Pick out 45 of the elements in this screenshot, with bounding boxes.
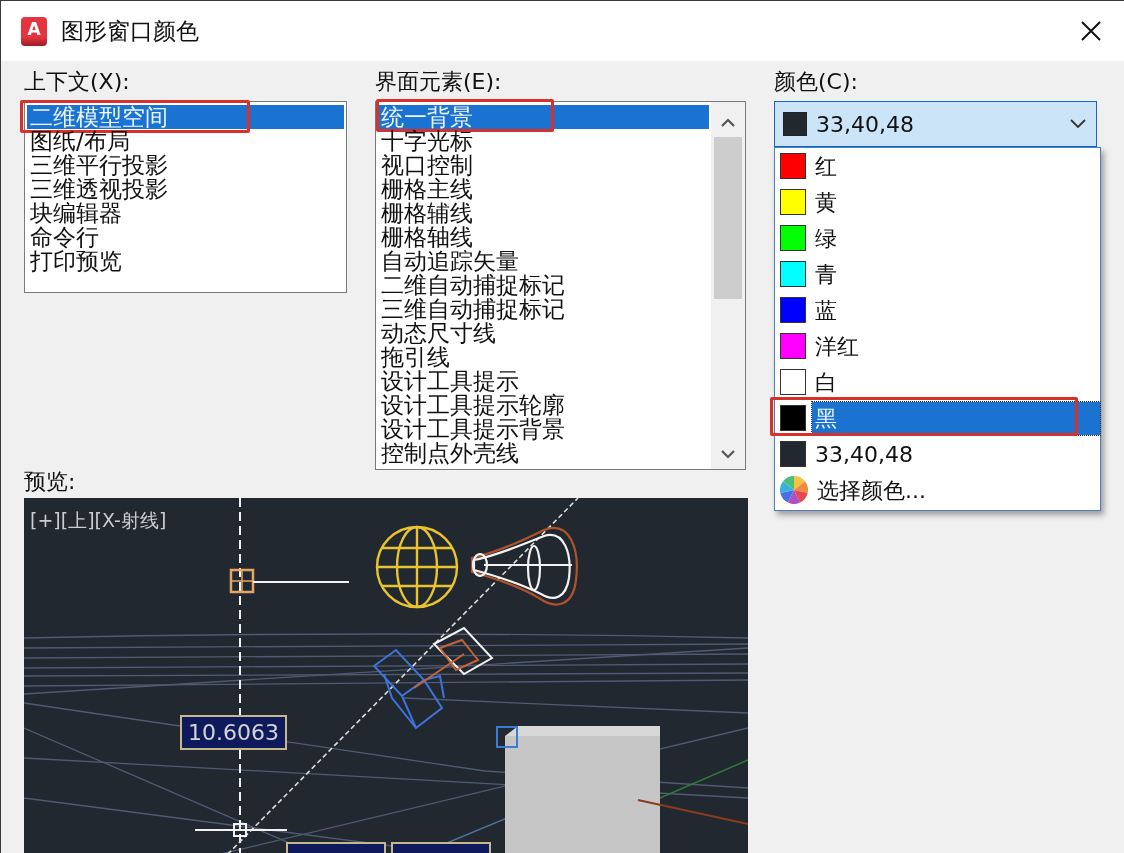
menu-item[interactable]: 选择颜色... bbox=[775, 472, 1100, 508]
list-item[interactable]: 打印预览 bbox=[27, 249, 344, 273]
list-item[interactable]: 块编辑器 bbox=[27, 201, 344, 225]
list-item[interactable]: 二维自动捕捉标记 bbox=[378, 273, 709, 297]
list-item[interactable]: 设计工具提示 bbox=[378, 369, 709, 393]
window-title: 图形窗口颜色 bbox=[61, 16, 200, 46]
menu-item[interactable]: 青 bbox=[775, 256, 1100, 292]
color-combobox[interactable]: 33,40,48 bbox=[774, 101, 1097, 147]
menu-item[interactable]: 洋红 bbox=[775, 328, 1100, 364]
list-item[interactable]: 三维自动捕捉标记 bbox=[378, 297, 709, 321]
list-item[interactable]: 栅格主线 bbox=[378, 177, 709, 201]
dimension-value: 10.6063 bbox=[180, 715, 287, 750]
list-item[interactable]: 图纸/布局 bbox=[27, 129, 344, 153]
field-label: 上下文(X): bbox=[24, 70, 130, 94]
scrollbar[interactable] bbox=[711, 102, 745, 469]
list-item[interactable]: 视口控制 bbox=[378, 153, 709, 177]
list-item[interactable]: 控制点外壳线 bbox=[378, 441, 709, 465]
field-label: 颜色(C): bbox=[774, 70, 858, 94]
color-wheel-icon bbox=[780, 476, 808, 504]
list-item[interactable]: 动态尺寸线 bbox=[378, 321, 709, 345]
list-item[interactable]: 自动追踪矢量 bbox=[378, 249, 709, 273]
close-icon bbox=[1081, 21, 1101, 41]
chevron-up-icon[interactable] bbox=[721, 118, 735, 127]
scrollbar-thumb[interactable] bbox=[714, 137, 742, 299]
list-item[interactable]: 设计工具提示背景 bbox=[378, 417, 709, 441]
list-item[interactable]: 拖引线 bbox=[378, 345, 709, 369]
list-item[interactable]: 栅格辅线 bbox=[378, 201, 709, 225]
app-logo: A bbox=[21, 16, 47, 46]
list-item[interactable]: 设计工具提示轮廓 bbox=[378, 393, 709, 417]
list-item[interactable]: 命令行 bbox=[27, 225, 344, 249]
field-label: 界面元素(E): bbox=[375, 70, 502, 94]
chevron-down-icon bbox=[1070, 119, 1086, 129]
menu-item[interactable]: 蓝 bbox=[775, 292, 1100, 328]
menu-item[interactable]: 黄 bbox=[775, 184, 1100, 220]
menu-item[interactable]: 红 bbox=[775, 148, 1100, 184]
chevron-down-icon[interactable] bbox=[721, 450, 735, 459]
list-item[interactable]: 三维平行投影 bbox=[27, 153, 344, 177]
list-item[interactable]: 三维透视投影 bbox=[27, 177, 344, 201]
list-item[interactable]: 栅格轴线 bbox=[378, 225, 709, 249]
list-item[interactable]: 十字光标 bbox=[378, 129, 709, 153]
menu-item[interactable]: 33,40,48 bbox=[775, 436, 1100, 472]
menu-item[interactable]: 白 bbox=[775, 364, 1100, 400]
view-label: [+][上][X-射线] bbox=[30, 508, 167, 532]
field-label: 预览: bbox=[24, 470, 76, 494]
menu-item[interactable]: 绿 bbox=[775, 220, 1100, 256]
